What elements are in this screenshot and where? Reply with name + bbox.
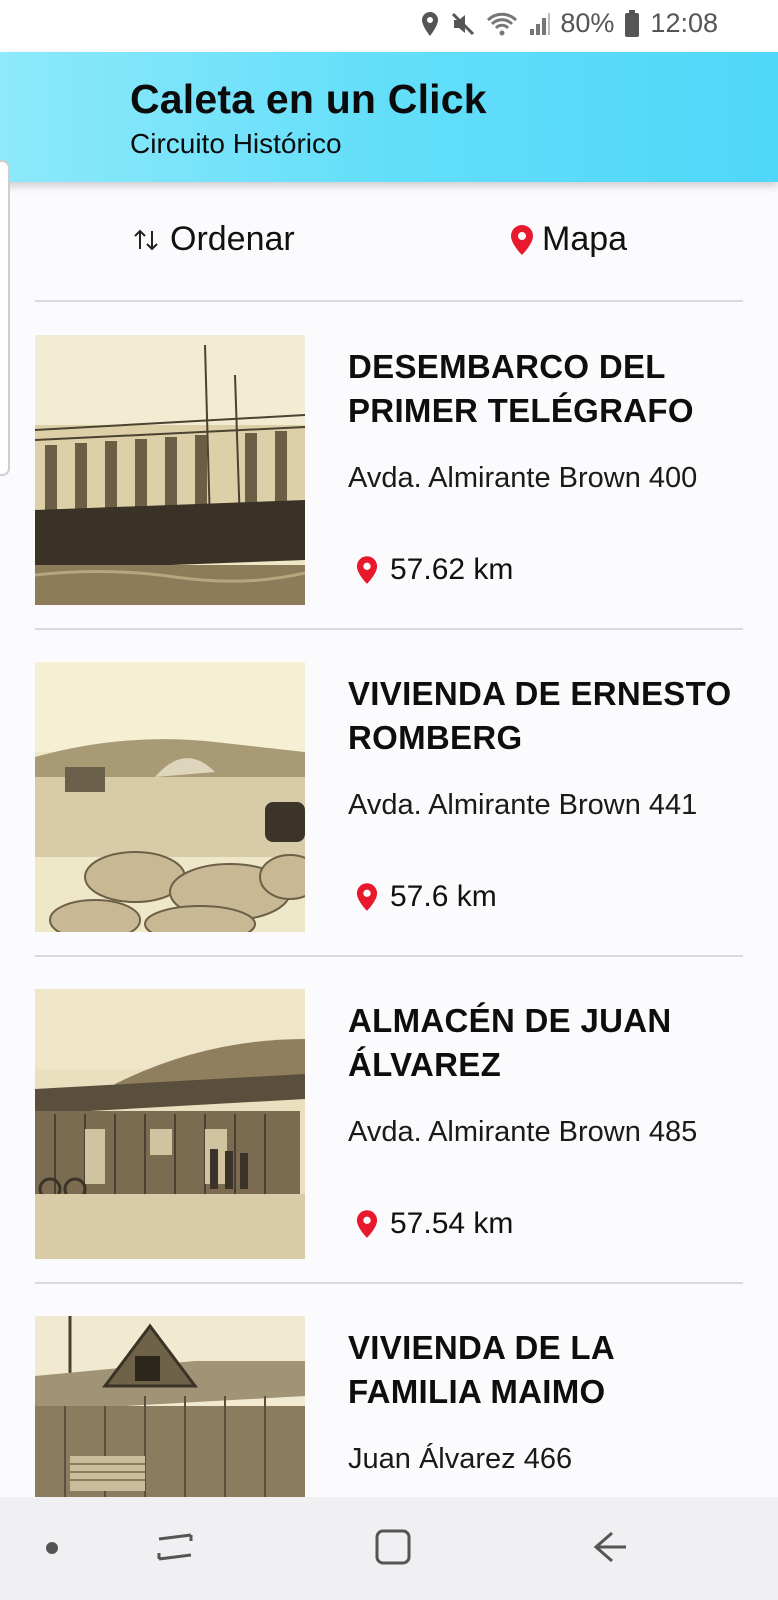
distance-value: 57.54 km	[390, 1207, 514, 1240]
map-label: Mapa	[542, 220, 628, 258]
place-photo	[35, 662, 305, 932]
mute-icon	[452, 12, 475, 35]
distance-pin-icon	[356, 556, 378, 584]
list-item[interactable]: DESEMBARCO DEL PRIMER TELÉGRAFO Avda. Al…	[0, 303, 778, 630]
map-pin-icon	[511, 224, 533, 255]
place-address: Avda. Almirante Brown 400	[348, 462, 698, 494]
distance-value: 57.6 km	[390, 880, 497, 913]
status-bar: 80% 12:08	[0, 0, 778, 52]
toolbar-divider	[35, 300, 743, 302]
recent-apps-icon[interactable]	[155, 1527, 195, 1567]
sort-arrows-icon	[134, 229, 158, 250]
app-bar: Caleta en un Click Circuito Histórico	[0, 52, 778, 182]
battery-icon	[625, 9, 640, 37]
home-icon[interactable]	[373, 1527, 413, 1567]
app-title: Caleta en un Click	[130, 76, 487, 122]
distance-pin-icon	[356, 1210, 378, 1238]
list-item[interactable]: VIVIENDA DE ERNESTO ROMBERG Avda. Almira…	[0, 630, 778, 957]
wifi-icon	[487, 12, 518, 35]
system-nav-bar	[0, 1497, 778, 1600]
nav-dot[interactable]	[46, 1542, 58, 1554]
list-item[interactable]: ALMACÉN DE JUAN ÁLVAREZ Avda. Almirante …	[0, 957, 778, 1284]
place-address: Avda. Almirante Brown 485	[348, 1116, 698, 1148]
place-title: ALMACÉN DE JUAN ÁLVAREZ	[348, 1002, 672, 1083]
list-toolbar: Ordenar Mapa	[0, 182, 778, 302]
place-title: DESEMBARCO DEL PRIMER TELÉGRAFO	[348, 348, 694, 429]
app-subtitle: Circuito Histórico	[130, 128, 342, 159]
place-title: VIVIENDA DE LA FAMILIA MAIMO	[348, 1329, 614, 1410]
places-list: DESEMBARCO DEL PRIMER TELÉGRAFO Avda. Al…	[0, 303, 778, 1600]
place-title: VIVIENDA DE ERNESTO ROMBERG	[348, 675, 732, 756]
place-distance: 57.54 km	[356, 1207, 513, 1241]
place-address: Juan Álvarez 466	[348, 1443, 573, 1475]
place-distance: 57.62 km	[356, 553, 513, 587]
back-icon[interactable]	[590, 1527, 630, 1567]
distance-pin-icon	[356, 883, 378, 911]
place-photo	[35, 335, 305, 605]
battery-percent: 80%	[560, 8, 615, 38]
status-icons: 80% 12:08	[420, 8, 718, 39]
sort-label: Ordenar	[170, 220, 295, 258]
place-photo	[35, 989, 305, 1259]
place-distance: 57.6 km	[356, 880, 497, 914]
sort-button[interactable]: Ordenar	[132, 220, 295, 259]
signal-icon	[530, 12, 551, 35]
map-button[interactable]: Mapa	[510, 220, 627, 259]
place-address: Avda. Almirante Brown 441	[348, 789, 698, 821]
location-icon	[422, 11, 439, 36]
clock: 12:08	[650, 8, 718, 38]
distance-value: 57.62 km	[390, 553, 514, 586]
